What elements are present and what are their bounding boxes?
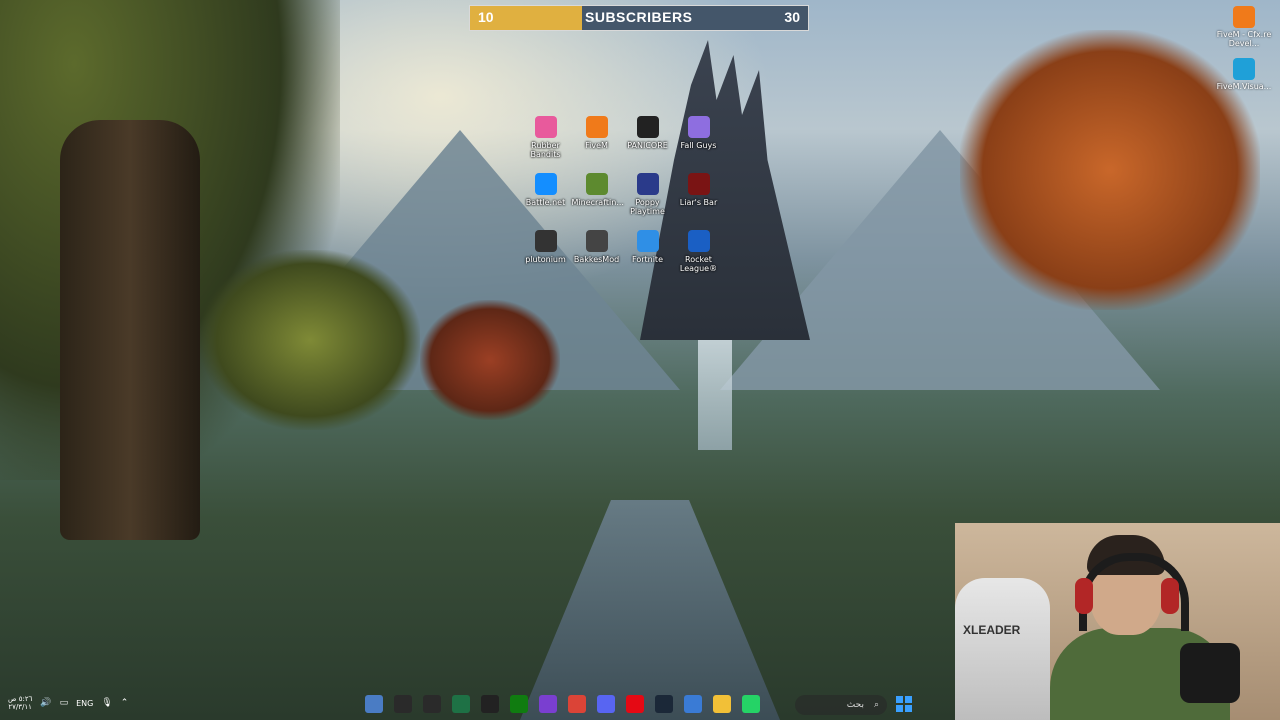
- desktop-icon-grid: Rubber Bandits FiveM PANICORE Fall Guys Batt…: [520, 116, 730, 287]
- desktop-shortcut-label: Fortnite: [632, 255, 663, 264]
- desktop-shortcut-label: Minecraftin...: [571, 198, 624, 207]
- river: [520, 500, 780, 720]
- search-placeholder: بحث: [846, 700, 864, 710]
- minecraft-icon: [585, 173, 608, 195]
- desktop-shortcut[interactable]: Rubber Bandits: [520, 116, 571, 173]
- netflix-icon[interactable]: [626, 695, 644, 713]
- settings-icon[interactable]: [365, 695, 383, 713]
- desktop-shortcut-label: PANICORE: [627, 141, 668, 150]
- taskbar: ٥:٢٦ ص ٢٧/٣/١١ 🔊 ▭ ENG 🎙 ⌃ بحث ⌕: [0, 690, 955, 720]
- rocket-league-icon: [687, 230, 710, 252]
- fortnite-icon: [636, 230, 659, 252]
- chair-logo: XLEADER: [963, 623, 1021, 637]
- desktop-shortcut[interactable]: Battle.net: [520, 173, 571, 230]
- desktop-shortcut-label: Liar's Bar: [679, 198, 718, 207]
- desktop-shortcut[interactable]: PANICORE: [622, 116, 673, 173]
- excel-icon[interactable]: [452, 695, 470, 713]
- search-icon: ⌕: [873, 700, 879, 710]
- display-icon[interactable]: ▭: [60, 698, 69, 708]
- start-button[interactable]: [896, 696, 912, 712]
- green-tree: [200, 250, 420, 430]
- desktop-right-icons: FiveM - Cfx.re Devel... FiveM.Visua...: [1214, 6, 1274, 101]
- microphone-icon[interactable]: 🎙: [101, 698, 112, 708]
- panicore-icon: [636, 116, 659, 138]
- battle-net-icon: [534, 173, 557, 195]
- desktop-shortcut[interactable]: Minecraftin...: [571, 173, 624, 230]
- epic-games-icon[interactable]: [423, 695, 441, 713]
- fall-guys-icon: [687, 116, 710, 138]
- desktop-shortcut[interactable]: Poppy Playtime: [622, 173, 673, 230]
- rubber-bandits-icon: [534, 116, 557, 138]
- store-icon[interactable]: [684, 695, 702, 713]
- gaming-chair: XLEADER: [955, 578, 1050, 720]
- desktop-shortcut-label: Poppy Playtime: [630, 198, 665, 216]
- subscriber-goal-bar: 10 SUBSCRIBERS 30: [469, 5, 809, 31]
- taskbar-apps: [365, 695, 760, 713]
- red-tree: [420, 300, 560, 420]
- clock-time: ٥:٢٦ ص: [8, 695, 33, 703]
- fivem-dev-icon: [1233, 6, 1255, 28]
- waterfall: [698, 340, 732, 450]
- discord-icon[interactable]: [597, 695, 615, 713]
- chrome-icon[interactable]: [568, 695, 586, 713]
- steam-icon[interactable]: [655, 695, 673, 713]
- desktop-shortcut[interactable]: plutonium: [520, 230, 571, 287]
- desktop-shortcut-label: Rocket League®: [679, 255, 718, 273]
- desktop-shortcut[interactable]: BakkesMod: [571, 230, 622, 287]
- fivem-icon: [585, 116, 608, 138]
- subscriber-goal: 30: [784, 9, 800, 25]
- desktop-shortcut[interactable]: Rocket League®: [673, 230, 724, 287]
- language-indicator[interactable]: ENG: [76, 699, 93, 708]
- desktop-shortcut-label: FiveM.Visua...: [1216, 82, 1272, 91]
- desktop-shortcut-label: FiveM - Cfx.re Devel...: [1216, 30, 1272, 48]
- headset-ear-left: [1075, 578, 1093, 614]
- chevron-up-icon[interactable]: ⌃: [121, 698, 129, 708]
- clock-date: ٢٧/٣/١١: [8, 703, 32, 711]
- system-tray: ٥:٢٦ ص ٢٧/٣/١١ 🔊 ▭ ENG 🎙 ⌃: [8, 695, 128, 711]
- game-controller-icon[interactable]: [539, 695, 557, 713]
- liars-bar-icon: [687, 173, 710, 195]
- desktop-shortcut[interactable]: Fall Guys: [673, 116, 724, 173]
- desktop-shortcut-label: Battle.net: [525, 198, 566, 207]
- desktop-shortcut-label: BakkesMod: [573, 255, 620, 264]
- desktop-shortcut[interactable]: Fortnite: [622, 230, 673, 287]
- edge-icon: [1233, 58, 1255, 80]
- whatsapp-icon[interactable]: [742, 695, 760, 713]
- desktop-shortcut-label: Fall Guys: [680, 141, 717, 150]
- desktop-shortcut[interactable]: Liar's Bar: [673, 173, 724, 230]
- desktop-shortcut-label: Rubber Bandits: [530, 141, 561, 159]
- subscriber-current: 10: [478, 9, 494, 25]
- microphone: [1180, 643, 1240, 703]
- xbox-icon[interactable]: [510, 695, 528, 713]
- desktop-shortcut-label: FiveM: [585, 141, 608, 150]
- subscriber-label: SUBSCRIBERS: [585, 9, 693, 25]
- g-hub-icon[interactable]: [481, 695, 499, 713]
- desktop-shortcut-label: plutonium: [525, 255, 566, 264]
- clock[interactable]: ٥:٢٦ ص ٢٧/٣/١١: [8, 695, 32, 711]
- file-explorer-icon[interactable]: [713, 695, 731, 713]
- plutonium-icon: [534, 230, 557, 252]
- obs-icon[interactable]: [394, 695, 412, 713]
- headset-ear-right: [1161, 578, 1179, 614]
- search-box[interactable]: بحث ⌕: [795, 695, 887, 715]
- desktop-shortcut[interactable]: FiveM - Cfx.re Devel...: [1214, 6, 1274, 48]
- volume-icon[interactable]: 🔊: [40, 698, 51, 708]
- desktop-shortcut[interactable]: FiveM: [571, 116, 622, 173]
- large-tree-trunk: [60, 120, 200, 540]
- bakkesmod-icon: [585, 230, 608, 252]
- webcam-overlay: XLEADER: [955, 523, 1280, 720]
- desktop-shortcut[interactable]: FiveM.Visua...: [1214, 58, 1274, 91]
- poppy-playtime-icon: [636, 173, 659, 195]
